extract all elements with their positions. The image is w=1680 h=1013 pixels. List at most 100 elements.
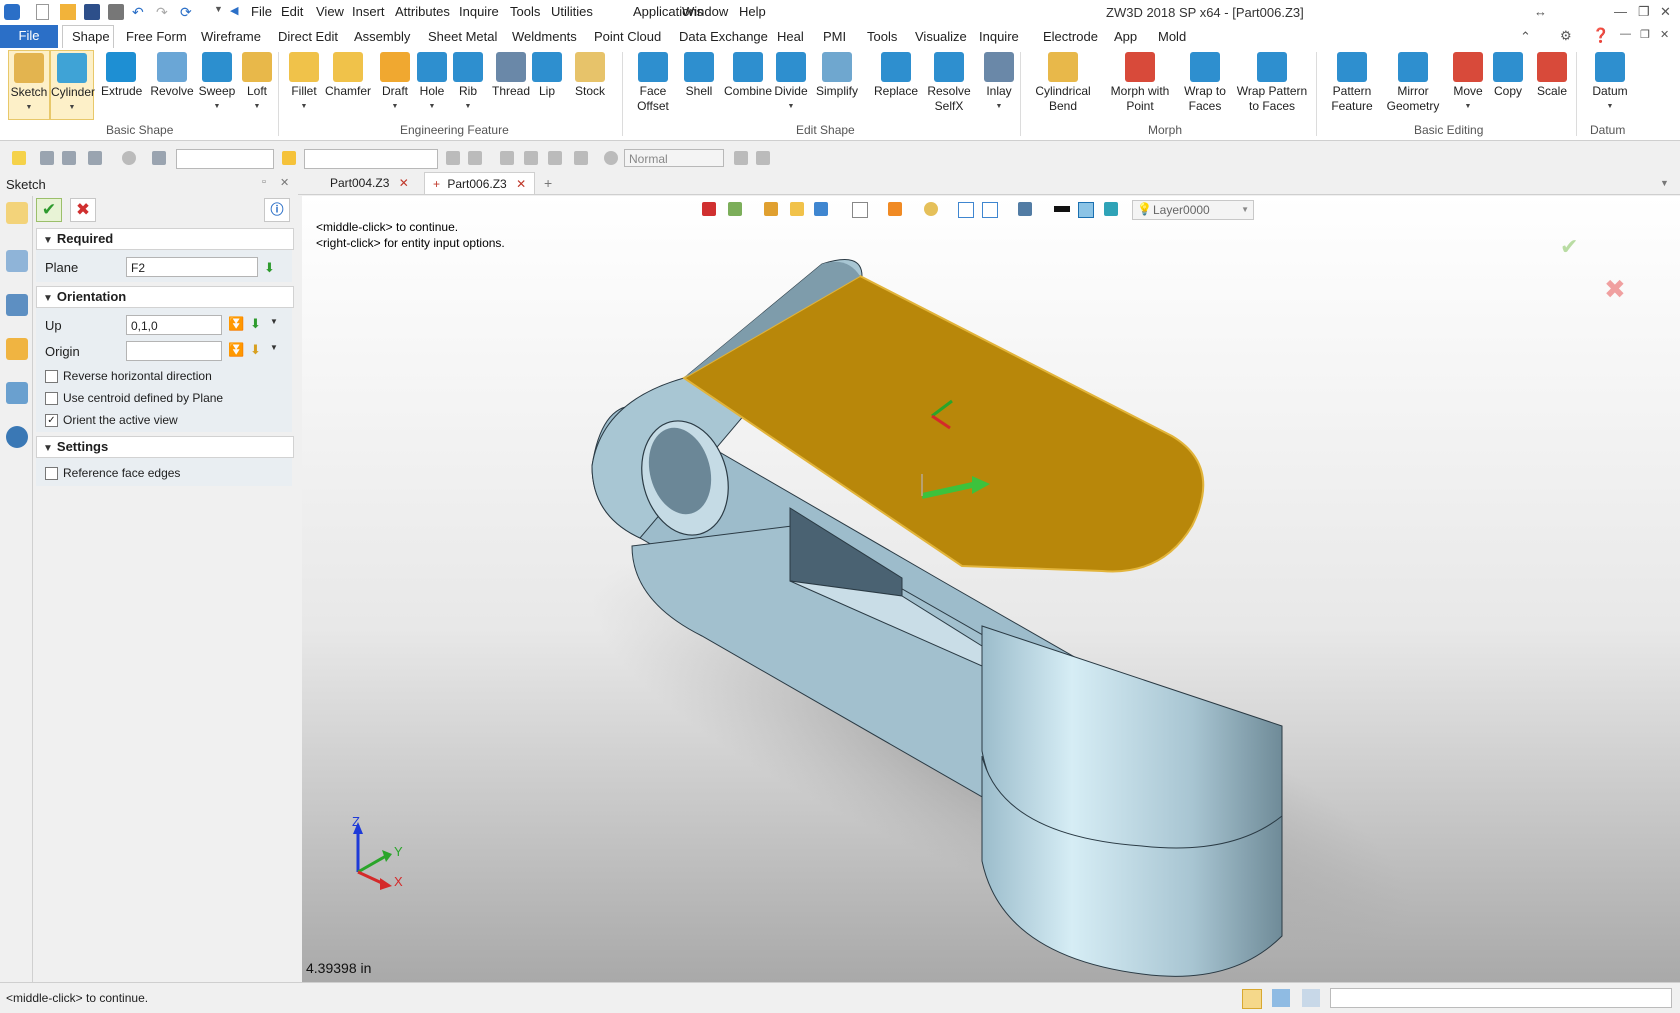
origin-field[interactable] <box>126 341 222 361</box>
menu-tools[interactable]: Tools <box>510 4 540 19</box>
doc-minimize-icon[interactable]: — <box>1620 28 1631 40</box>
tab-file[interactable]: File <box>0 25 58 48</box>
tool-revolve-button[interactable]: Revolve <box>150 50 194 99</box>
tool-pattern-feature-button[interactable]: Pattern Feature <box>1326 50 1378 114</box>
render-gear-icon[interactable] <box>604 151 618 165</box>
menu-insert[interactable]: Insert <box>352 4 385 19</box>
tool-loft-button[interactable]: Loft ▼ <box>240 50 274 114</box>
status-layout-icon[interactable] <box>1242 989 1262 1009</box>
distribute-icon-1[interactable] <box>500 151 514 165</box>
menu-window[interactable]: Window <box>682 4 728 19</box>
new-tab-icon[interactable]: + <box>536 172 560 194</box>
part-library-icon[interactable] <box>6 338 28 360</box>
up-field[interactable]: 0,1,0 <box>126 315 222 335</box>
minimize-icon[interactable]: — <box>1614 4 1627 19</box>
section-orientation[interactable]: ▼ Orientation <box>36 286 294 308</box>
help-icon[interactable]: ❓ <box>1592 27 1609 44</box>
tool-stock-button[interactable]: Stock <box>572 50 608 99</box>
tool-fillet-button[interactable]: Fillet ▼ <box>286 50 322 114</box>
up-options-icon[interactable]: ⏬ <box>228 316 244 331</box>
tool-thread-button[interactable]: Thread <box>489 50 533 99</box>
menu-view[interactable]: View <box>316 4 344 19</box>
assembly-manager-icon[interactable] <box>6 294 28 316</box>
tool-rib-button[interactable]: Rib ▼ <box>452 50 484 114</box>
section-required[interactable]: ▼ Required <box>36 228 294 250</box>
customize-dropdown-icon[interactable]: ▼ <box>214 4 230 20</box>
doc-tab-part004[interactable]: Part004.Z3 ✕ <box>322 172 417 194</box>
distribute-icon-3[interactable] <box>548 151 562 165</box>
align-icon-1[interactable] <box>446 151 460 165</box>
align-icon-2[interactable] <box>468 151 482 165</box>
tool-inlay-button[interactable]: Inlay ▼ <box>980 50 1018 114</box>
tool-wrap-pattern-to-faces-button[interactable]: Wrap Pattern to Faces <box>1234 50 1310 114</box>
doc-tab-close-icon[interactable]: ✕ <box>516 177 526 191</box>
origin-pick-icon[interactable]: ⬇ <box>250 342 264 357</box>
tool-move-button[interactable]: Move ▼ <box>1450 50 1486 114</box>
view-manager-icon[interactable] <box>6 382 28 404</box>
save-icon[interactable] <box>84 4 100 20</box>
history-manager-icon[interactable] <box>6 250 28 272</box>
tab-heal[interactable]: Heal <box>777 29 804 44</box>
tool-shell-button[interactable]: Shell <box>680 50 718 99</box>
tool-resolve-selfx-button[interactable]: Resolve SelfX <box>926 50 972 114</box>
info-button[interactable]: ⓘ <box>264 198 290 222</box>
doc-restore-icon[interactable]: ❐ <box>1640 28 1650 41</box>
app-logo-icon[interactable] <box>4 4 20 20</box>
settings-gear-icon[interactable]: ⚙ <box>1560 28 1572 44</box>
tab-data-exchange[interactable]: Data Exchange <box>679 29 768 44</box>
filter-icon[interactable] <box>152 151 166 165</box>
tool-chamfer-button[interactable]: Chamfer <box>324 50 372 99</box>
menu-utilities[interactable]: Utilities <box>551 4 593 19</box>
pin-icon[interactable] <box>574 151 588 165</box>
checkbox-reverse-horizontal[interactable] <box>45 370 58 383</box>
checkbox-use-centroid[interactable] <box>45 392 58 405</box>
user-icon[interactable] <box>6 426 28 448</box>
ok-check-button[interactable]: ✔ <box>36 198 62 222</box>
circle-select-icon[interactable] <box>122 151 136 165</box>
collapse-ribbon-icon[interactable]: ⌃ <box>1520 29 1531 45</box>
doc-tab-close-icon[interactable]: ✕ <box>399 176 409 190</box>
options-icon[interactable] <box>756 151 770 165</box>
menu-help[interactable]: Help <box>739 4 766 19</box>
plane-field[interactable]: F2 <box>126 257 258 277</box>
restore-icon[interactable]: ❐ <box>1638 4 1650 20</box>
tool-simplify-button[interactable]: Simplify <box>812 50 862 99</box>
tab-free-form[interactable]: Free Form <box>126 29 187 44</box>
tool-lip-button[interactable]: Lip <box>532 50 562 99</box>
tool-mirror-geometry-button[interactable]: Mirror Geometry <box>1382 50 1444 114</box>
tab-assembly[interactable]: Assembly <box>354 29 410 44</box>
tool-cylinder-button[interactable]: Cylinder ▼ <box>50 50 95 120</box>
part-model[interactable] <box>302 196 1680 982</box>
close-window-icon[interactable]: ✕ <box>1660 4 1671 20</box>
tab-electrode[interactable]: Electrode <box>1043 29 1098 44</box>
tab-shape[interactable]: Shape <box>72 29 110 44</box>
tool-divide-button[interactable]: Divide ▼ <box>772 50 810 114</box>
command-input[interactable] <box>1330 988 1672 1008</box>
tool-replace-button[interactable]: Replace <box>872 50 920 99</box>
tool-face-offset-button[interactable]: Face Offset <box>630 50 676 114</box>
tool-draft-button[interactable]: Draft ▼ <box>378 50 412 114</box>
smart-pick-icon[interactable] <box>282 151 296 165</box>
back-arrow-icon[interactable]: ◀ <box>230 4 246 20</box>
panel-close-icon[interactable]: ✕ <box>280 176 289 189</box>
pick-filter-icon[interactable] <box>12 151 26 165</box>
selection-combo[interactable] <box>304 149 438 169</box>
tool-copy-button[interactable]: Copy <box>1490 50 1526 99</box>
tab-app[interactable]: App <box>1114 29 1137 44</box>
render-mode-combo[interactable]: Normal <box>624 149 724 167</box>
tab-inquire[interactable]: Inquire <box>979 29 1019 44</box>
redo-icon[interactable]: ↷ <box>156 4 172 20</box>
tab-direct-edit[interactable]: Direct Edit <box>278 29 338 44</box>
checkbox-reference-face-edges[interactable] <box>45 467 58 480</box>
tool-datum-button[interactable]: Datum ▼ <box>1588 50 1632 114</box>
tab-tools[interactable]: Tools <box>867 29 897 44</box>
status-display-icon[interactable] <box>1272 989 1290 1007</box>
menu-file[interactable]: File <box>251 4 272 19</box>
tool-scale-button[interactable]: Scale <box>1534 50 1570 99</box>
menu-edit[interactable]: Edit <box>281 4 303 19</box>
tool-combine-button[interactable]: Combine <box>722 50 774 99</box>
tab-mold[interactable]: Mold <box>1158 29 1186 44</box>
up-dropdown-icon[interactable]: ▼ <box>270 317 284 331</box>
checkbox-orient-active-view[interactable]: ✓ <box>45 414 58 427</box>
doc-tab-part006[interactable]: + Part006.Z3 ✕ <box>424 172 536 194</box>
